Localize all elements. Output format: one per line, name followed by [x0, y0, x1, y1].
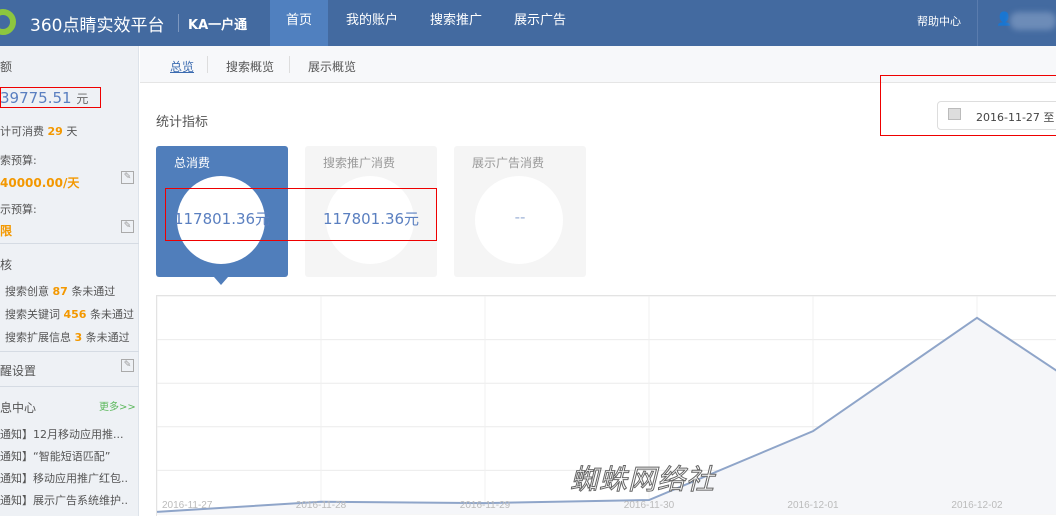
review-status: 条未通过 — [85, 331, 130, 344]
edit-icon[interactable]: ✎ — [121, 359, 134, 372]
review-status: 条未通过 — [89, 308, 134, 321]
product-name: KA一户通 — [188, 18, 248, 33]
card-title: 总消费 — [174, 156, 211, 170]
nav-search-ads[interactable]: 搜索推广 — [418, 0, 494, 46]
message-item[interactable]: 通知】移动应用推广红包.. — [0, 470, 128, 486]
annotation-box — [880, 75, 1056, 136]
alert-settings-label: 醒设置 — [0, 364, 37, 378]
divider — [289, 56, 290, 73]
tab-search-overview[interactable]: 搜索概览 — [226, 58, 274, 75]
annotation-box — [165, 188, 437, 241]
review-label: 核 — [0, 258, 13, 272]
days-unit: 天 — [66, 125, 78, 138]
divider — [0, 386, 139, 387]
help-center-link[interactable]: 帮助中心 — [917, 13, 961, 29]
search-budget-label: 索预算: — [0, 154, 37, 167]
tab-overview[interactable]: 总览 — [170, 58, 194, 75]
x-tick-label: 2016-11-28 — [296, 500, 347, 511]
review-count: 456 — [63, 308, 87, 321]
review-item[interactable]: 搜索创意 87 条未通过 — [5, 283, 115, 299]
edit-icon[interactable]: ✎ — [121, 171, 134, 184]
card-value: -- — [514, 208, 526, 226]
nav-display-ads[interactable]: 展示广告 — [502, 0, 578, 46]
sidebar: 额 39775.51 元 计可消费 29 天 索预算: 40000.00/天 ✎… — [0, 46, 139, 516]
display-budget-value: 限 — [0, 224, 13, 238]
tab-display-overview[interactable]: 展示概览 — [308, 58, 356, 75]
watermark: 蜘蛛网络社 — [569, 463, 716, 497]
message-center-label: 息中心 — [0, 401, 37, 415]
annotation-box — [0, 87, 101, 108]
review-count: 3 — [74, 331, 83, 344]
display-budget-label: 示预算: — [0, 203, 37, 216]
days-remaining: 计可消费 29 天 — [0, 123, 77, 139]
edit-icon[interactable]: ✎ — [121, 220, 134, 233]
top-bar: 360点睛实效平台 KA一户通 首页 我的账户 搜索推广 展示广告 帮助中心 👤 — [0, 0, 1056, 46]
search-budget-value: 40000.00/天 — [0, 176, 80, 190]
divider — [178, 14, 179, 32]
divider — [0, 351, 139, 352]
message-item[interactable]: 通知】“智能短语匹配” — [0, 448, 110, 464]
more-link[interactable]: 更多>> — [99, 398, 136, 413]
x-tick-label: 2016-11-29 — [460, 500, 511, 511]
card-display-spend[interactable]: 展示广告消费 -- — [454, 146, 586, 277]
review-item[interactable]: 搜索扩展信息 3 条未通过 — [5, 329, 130, 345]
review-type: 搜索关键词 — [5, 308, 60, 321]
x-tick-label: 2016-11-27 — [162, 500, 213, 511]
card-title: 展示广告消费 — [472, 156, 545, 170]
divider — [977, 0, 978, 46]
x-tick-label: 2016-12-02 — [951, 500, 1003, 511]
days-prefix: 计可消费 — [0, 125, 44, 138]
x-tick-label: 2016-12-01 — [787, 500, 839, 511]
card-title: 搜索推广消费 — [323, 156, 396, 170]
logo-icon — [0, 9, 16, 35]
stats-title: 统计指标 — [156, 115, 209, 130]
balance-label: 额 — [0, 60, 13, 74]
review-type: 搜索创意 — [5, 285, 49, 298]
message-item[interactable]: 通知】12月移动应用推... — [0, 426, 124, 442]
x-tick-label: 2016-11-30 — [624, 500, 675, 511]
divider — [0, 243, 139, 244]
review-count: 87 — [52, 285, 68, 298]
days-count: 29 — [47, 125, 63, 138]
divider — [207, 56, 208, 73]
review-item[interactable]: 搜索关键词 456 条未通过 — [5, 306, 134, 322]
username-blurred[interactable] — [1010, 12, 1056, 30]
message-item[interactable]: 通知】展示广告系统维护.. — [0, 492, 128, 508]
nav-home[interactable]: 首页 — [270, 0, 328, 46]
review-type: 搜索扩展信息 — [5, 331, 71, 344]
card-pointer — [214, 277, 228, 285]
nav-account[interactable]: 我的账户 — [334, 0, 410, 46]
review-status: 条未通过 — [71, 285, 116, 298]
brand-name: 360点睛实效平台 — [30, 16, 165, 36]
